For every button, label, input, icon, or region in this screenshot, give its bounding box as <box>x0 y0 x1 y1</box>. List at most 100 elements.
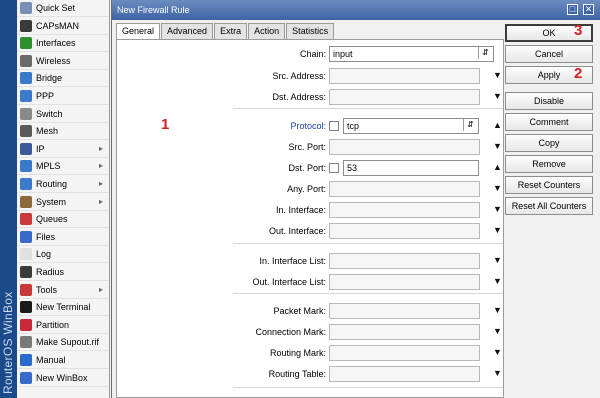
dst-address-input[interactable] <box>329 89 480 105</box>
sidebar-item-bridge[interactable]: Bridge <box>17 70 109 88</box>
dropdown-icon[interactable]: ⇵ <box>478 47 492 59</box>
collapse-icon[interactable]: ▲ <box>493 162 502 172</box>
sidebar-item-mpls[interactable]: MPLS ▸ <box>17 158 109 176</box>
system-icon <box>20 195 32 208</box>
form-row-out-interface: Out. Interface: ▼ <box>117 223 503 240</box>
interfaces-icon <box>20 37 32 50</box>
sidebar-item-label: Tools <box>36 284 58 295</box>
sidebar-item-queues[interactable]: Queues <box>17 211 109 229</box>
sidebar-item-ip[interactable]: IP ▸ <box>17 141 109 158</box>
sidebar-item-new-terminal[interactable]: New Terminal <box>17 299 109 317</box>
files-icon <box>20 230 32 243</box>
tab-advanced[interactable]: Advanced <box>161 23 214 39</box>
tab-extra[interactable]: Extra <box>214 23 248 39</box>
sidebar-item-manual[interactable]: Manual <box>17 352 109 369</box>
sidebar-item-capsman[interactable]: CAPsMAN <box>17 18 109 35</box>
form-row-routing-table: Routing Table: ▼ <box>117 366 503 383</box>
reset-all-counters-button[interactable]: Reset All Counters <box>505 197 593 215</box>
connection-mark-input[interactable] <box>329 324 480 340</box>
manual-icon <box>20 354 32 366</box>
sidebar-item-radius[interactable]: Radius <box>17 264 109 281</box>
sidebar-item-tools[interactable]: Tools ▸ <box>17 282 109 299</box>
dropdown-icon[interactable]: ⇵ <box>463 119 477 131</box>
sidebar-item-label: Routing <box>36 179 68 189</box>
sidebar-item-interfaces[interactable]: Interfaces <box>17 35 109 53</box>
sidebar-item-partition[interactable]: Partition <box>17 317 109 334</box>
negate-checkbox[interactable] <box>329 121 339 131</box>
chain-input[interactable]: input <box>329 46 494 62</box>
tab-strip: General Advanced Extra Action Statistics <box>116 23 335 40</box>
sidebar-item-label: System <box>36 196 67 207</box>
ppp-icon <box>20 90 32 102</box>
section-divider <box>233 108 503 109</box>
packet-mark-input[interactable] <box>329 303 480 319</box>
expand-icon[interactable]: ▼ <box>493 368 502 378</box>
tab-general[interactable]: General <box>116 23 161 40</box>
expand-icon[interactable]: ▼ <box>493 204 502 214</box>
submenu-arrow-icon: ▸ <box>98 143 103 153</box>
sidebar-item-files[interactable]: Files <box>17 229 109 246</box>
negate-checkbox[interactable] <box>329 163 339 173</box>
expand-icon[interactable]: ▼ <box>493 305 502 315</box>
routing-table-input[interactable] <box>329 366 480 382</box>
expand-icon[interactable]: ▼ <box>493 347 502 357</box>
annotation-2: 2 <box>574 65 583 82</box>
out-interface-list-input[interactable] <box>329 274 480 290</box>
expand-icon[interactable]: ▼ <box>493 183 502 193</box>
restore-icon[interactable]: □ <box>567 4 578 15</box>
form-row-packet-mark: Packet Mark: ▼ <box>117 303 503 320</box>
log-icon <box>20 248 32 261</box>
in-interface-list-input[interactable] <box>329 253 480 269</box>
any-port-input[interactable] <box>329 181 480 197</box>
sidebar-item-system[interactable]: System ▸ <box>17 194 109 211</box>
routing-mark-input[interactable] <box>329 345 480 361</box>
sidebar-item-mesh[interactable]: Mesh <box>17 123 109 141</box>
sidebar-item-label: Interfaces <box>36 38 76 49</box>
field-label: Packet Mark: <box>273 306 326 316</box>
mpls-icon <box>20 160 32 173</box>
expand-icon[interactable]: ▼ <box>493 276 502 286</box>
sidebar-item-log[interactable]: Log <box>17 246 109 264</box>
form-row-dst-address: Dst. Address: ▼ <box>117 89 503 106</box>
field-label: Chain: <box>299 49 326 59</box>
reset-counters-button[interactable]: Reset Counters <box>505 176 593 194</box>
brand-strip: RouterOS WinBox <box>0 0 17 398</box>
sidebar-item-switch[interactable]: Switch <box>17 106 109 123</box>
window-titlebar[interactable]: New Firewall Rule □ ✕ <box>112 0 600 20</box>
expand-icon[interactable]: ▼ <box>493 326 502 336</box>
expand-icon[interactable]: ▼ <box>493 255 502 265</box>
sidebar-item-wireless[interactable]: Wireless <box>17 53 109 70</box>
sidebar-item-make-supout-rif[interactable]: Make Supout.rif <box>17 334 109 352</box>
src-port-input[interactable] <box>329 139 480 155</box>
src-address-input[interactable] <box>329 68 480 84</box>
submenu-arrow-icon: ▸ <box>98 179 103 188</box>
sidebar-item-label: Bridge <box>36 73 63 84</box>
expand-icon[interactable]: ▼ <box>493 141 502 151</box>
expand-icon[interactable]: ▼ <box>493 225 502 235</box>
tab-statistics[interactable]: Statistics <box>286 23 335 39</box>
comment-button[interactable]: Comment <box>505 113 593 131</box>
sidebar-item-quick-set[interactable]: Quick Set <box>17 0 109 17</box>
section-divider <box>233 387 503 388</box>
general-tab-panel: Chain: input ⇵ Src. Address: ▼ Dst. Address: ▼… <box>116 39 504 398</box>
cancel-button[interactable]: Cancel <box>505 45 593 63</box>
in-interface-input[interactable] <box>329 202 480 218</box>
sidebar-item-new-winbox[interactable]: New WinBox <box>17 370 109 387</box>
tab-action[interactable]: Action <box>248 23 286 39</box>
form-row-src-port: Src. Port: ▼ <box>117 139 503 156</box>
sidebar-item-ppp[interactable]: PPP <box>17 88 109 105</box>
section-divider <box>233 293 503 294</box>
remove-button[interactable]: Remove <box>505 155 593 173</box>
expand-icon[interactable]: ▼ <box>493 91 502 101</box>
copy-button[interactable]: Copy <box>505 134 593 152</box>
collapse-icon[interactable]: ▲ <box>493 120 502 130</box>
disable-button[interactable]: Disable <box>505 92 593 110</box>
close-icon[interactable]: ✕ <box>583 4 594 15</box>
expand-icon[interactable]: ▼ <box>493 70 502 80</box>
out-interface-input[interactable] <box>329 223 480 239</box>
queues-icon <box>20 213 32 226</box>
sidebar-item-routing[interactable]: Routing ▸ <box>17 176 109 193</box>
protocol-input[interactable]: tcp <box>343 118 479 134</box>
dst-port-input[interactable]: 53 <box>343 160 479 176</box>
form-row-out-interface-list: Out. Interface List: ▼ <box>117 274 503 291</box>
